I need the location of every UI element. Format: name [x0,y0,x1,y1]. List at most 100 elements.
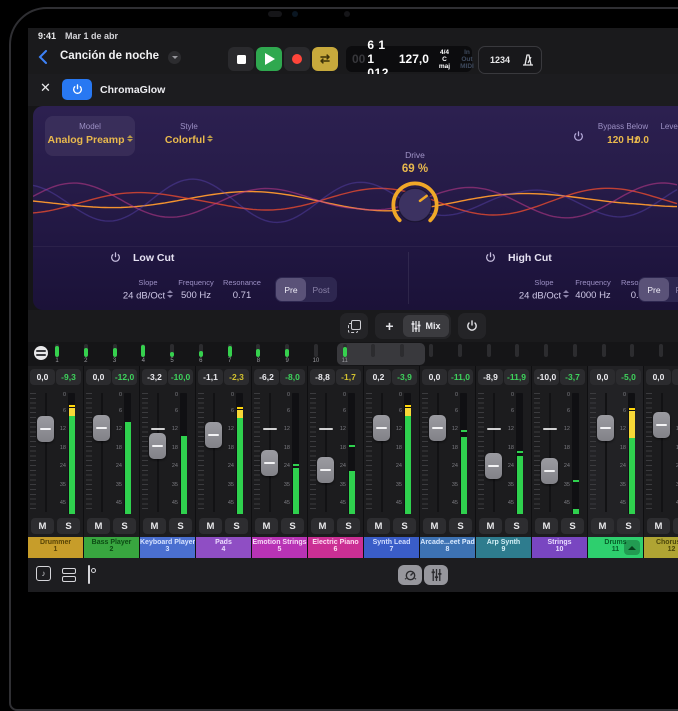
volume-value[interactable]: 0,0 [646,369,671,385]
add-track-button[interactable]: + [377,318,401,334]
solo-button[interactable]: S [673,518,678,534]
low-cut-resonance-value[interactable]: 0.71 [212,290,272,301]
nav-meter[interactable]: 11 [340,343,350,365]
mute-button[interactable]: M [255,518,278,534]
mixer-power-button[interactable] [458,313,486,339]
controls-button[interactable] [398,565,422,585]
solo-button[interactable]: S [169,518,192,534]
mute-button[interactable]: M [143,518,166,534]
nav-meter[interactable] [599,343,609,365]
nav-meter[interactable] [397,343,407,365]
solo-button[interactable]: S [57,518,80,534]
nav-meter[interactable]: 8 [253,343,263,365]
volume-value[interactable]: -3,2 [142,369,167,385]
fader-handle[interactable] [149,433,166,459]
mix-tab[interactable]: Mix [403,315,448,337]
nav-meter[interactable] [627,343,637,365]
fader-handle[interactable] [541,458,558,484]
nav-meter[interactable]: 9 [282,343,292,365]
fader-handle[interactable] [261,450,278,476]
solo-button[interactable]: S [449,518,472,534]
mute-button[interactable]: M [311,518,334,534]
track-tile[interactable]: Emotion Strings5 [252,537,307,558]
record-button[interactable] [284,47,310,71]
solo-button[interactable]: S [113,518,136,534]
nav-meter[interactable] [656,343,666,365]
metronome-button[interactable] [521,53,535,67]
low-cut-power-button[interactable] [110,252,121,263]
drive-knob[interactable] [390,180,440,230]
nav-meter[interactable]: 7 [225,343,235,365]
track-tile[interactable]: Pads4 [196,537,251,558]
nav-meter[interactable]: 3 [110,343,120,365]
solo-button[interactable]: S [561,518,584,534]
stop-button[interactable] [228,47,254,71]
tracks-icon[interactable] [62,568,76,584]
solo-button[interactable]: S [505,518,528,534]
style-selector[interactable]: Style Colorful [153,116,225,156]
chevron-up-button[interactable] [624,540,640,555]
solo-button[interactable]: S [281,518,304,534]
volume-value[interactable]: -6,2 [254,369,279,385]
nav-meter[interactable]: 4 [138,343,148,365]
song-title[interactable]: Canción de noche [60,50,159,62]
mixer-button[interactable] [424,565,448,585]
nav-meter[interactable]: 1 [52,343,62,365]
solo-button[interactable]: S [617,518,640,534]
track-tile[interactable]: Arp Synth9 [476,537,531,558]
nav-meter[interactable] [541,343,551,365]
output-channel-icon[interactable] [34,346,48,360]
fader-handle[interactable] [485,453,502,479]
model-selector[interactable]: Model Analog Preamp [45,116,135,156]
fader-handle[interactable] [37,416,54,442]
fader-handle[interactable] [205,422,222,448]
nav-meter[interactable]: 10 [311,343,321,365]
mute-button[interactable]: M [31,518,54,534]
close-plugin-button[interactable]: ✕ [40,80,51,96]
track-tile[interactable]: Bass Player2 [84,537,139,558]
nav-meter[interactable]: 2 [81,343,91,365]
back-button[interactable] [38,50,48,64]
play-button[interactable] [256,47,282,71]
track-tile[interactable]: Synth Lead7 [364,537,419,558]
nav-meter[interactable] [455,343,465,365]
track-tile[interactable]: Strings10 [532,537,587,558]
track-tile[interactable]: Drummer1 [28,537,83,558]
lcd-display[interactable]: 00 6 1 1 012 127,0 4/4C maj In OutMIDI [346,46,472,72]
pre-segment[interactable]: Pre [276,278,306,301]
solo-button[interactable]: S [225,518,248,534]
nav-meter[interactable]: 5 [167,343,177,365]
mute-button[interactable]: M [423,518,446,534]
volume-value[interactable]: -1,1 [198,369,223,385]
volume-value[interactable]: 0,0 [422,369,447,385]
song-menu-chevron-icon[interactable] [168,51,181,64]
mute-button[interactable]: M [591,518,614,534]
nav-meter[interactable] [368,343,378,365]
volume-value[interactable]: 0,0 [30,369,55,385]
fader-handle[interactable] [597,415,614,441]
fader-handle[interactable] [317,457,334,483]
mute-button[interactable]: M [479,518,502,534]
nav-meter[interactable] [570,343,580,365]
track-tile[interactable]: Electric Piano6 [308,537,363,558]
loops-browser-icon[interactable]: ♪ [36,566,51,581]
volume-value[interactable]: -10,0 [534,369,559,385]
nav-meter[interactable] [512,343,522,365]
level-value[interactable]: 0.0 [621,135,663,146]
solo-button[interactable]: S [393,518,416,534]
nav-meter[interactable]: 6 [196,343,206,365]
navigator-selection[interactable] [337,343,425,365]
pre-segment[interactable]: Pre [639,278,669,301]
mute-button[interactable]: M [535,518,558,534]
volume-value[interactable]: -8,9 [478,369,503,385]
high-cut-power-button[interactable] [485,252,496,263]
volume-value[interactable]: -8,8 [310,369,335,385]
track-tile[interactable]: Arcade...eet Pad8 [420,537,475,558]
mute-button[interactable]: M [367,518,390,534]
nav-meter[interactable] [426,343,436,365]
post-segment[interactable]: Post [669,278,678,301]
track-tile[interactable]: Keyboard Player3 [140,537,195,558]
nav-meter[interactable] [484,343,494,365]
volume-value[interactable]: 0,0 [590,369,615,385]
count-in-button[interactable]: 1234 [479,55,521,65]
